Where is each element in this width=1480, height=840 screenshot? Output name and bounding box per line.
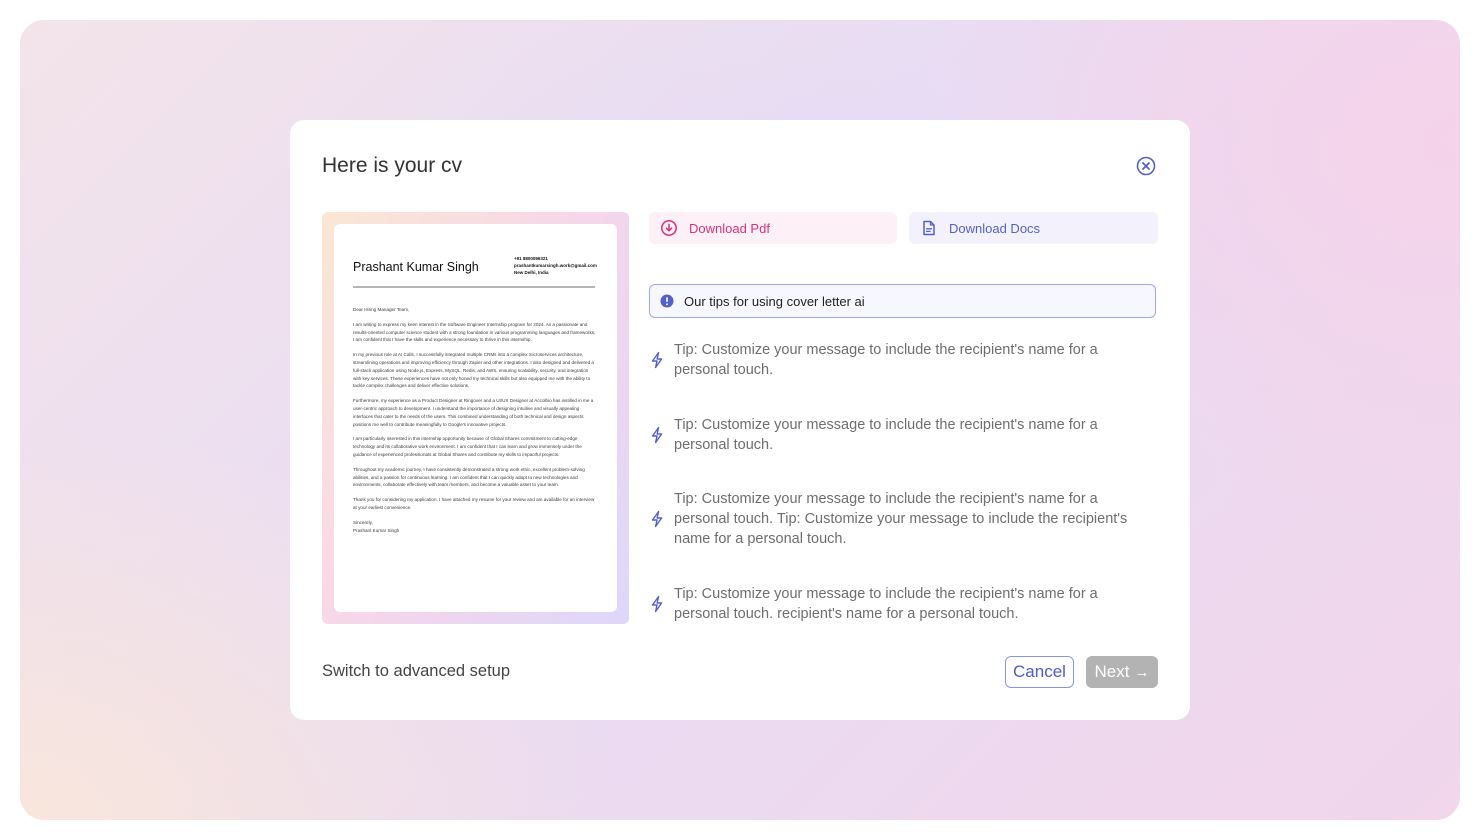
switch-advanced-setup-link[interactable]: Switch to advanced setup	[322, 662, 510, 681]
document-icon	[920, 219, 938, 237]
cv-name: Prashant Kumar Singh	[353, 260, 479, 274]
cv-email: prashantkumarsingh.work@gmail.com	[514, 263, 597, 268]
info-icon	[660, 294, 674, 308]
cv-paragraph: Dear Hiring Manager Team,	[353, 307, 410, 312]
cv-paragraph: Throughout my academic journey, I have c…	[353, 466, 585, 488]
cancel-button[interactable]: Cancel	[1005, 656, 1074, 688]
cv-paragraph: Furthermore, my experience as a Product …	[353, 398, 594, 427]
cv-paragraph: I am particularly interested in this int…	[353, 436, 582, 457]
cv-location: New Delhi, India	[514, 270, 549, 275]
close-circle-icon	[1136, 156, 1156, 176]
tip-text: Tip: Customize your message to include t…	[674, 586, 1098, 622]
next-label: Next	[1094, 662, 1130, 681]
download-pdf-label: Download Pdf	[689, 220, 770, 236]
lightning-icon	[650, 351, 664, 369]
cv-modal: Here is your cv Prashant Kumar Singh +91…	[290, 120, 1190, 720]
cv-contact: +91 8800096321 prashantkumarsingh.work@g…	[514, 255, 597, 276]
cv-preview-page: Prashant Kumar Singh +91 8800096321 pras…	[334, 224, 617, 612]
lightning-icon	[650, 510, 664, 528]
tip-text: Tip: Customize your message to include t…	[674, 342, 1098, 378]
tip-item: Tip: Customize your message to include t…	[649, 340, 1156, 380]
download-docs-label: Download Docs	[949, 220, 1041, 236]
cv-preview-frame: Prashant Kumar Singh +91 8800096321 pras…	[322, 212, 629, 624]
tip-text: Tip: Customize your message to include t…	[674, 417, 1098, 453]
cv-paragraph: I am writing to express my keen interest…	[353, 321, 596, 343]
cv-body: Dear Hiring Manager Team, I am writing t…	[353, 306, 597, 541]
cv-signoff: Sincerely, Prashant Kumar Singh	[353, 519, 400, 533]
tip-item: Tip: Customize your message to include t…	[649, 489, 1156, 549]
lightning-icon	[650, 595, 664, 613]
tip-text: Tip: Customize your message to include t…	[674, 491, 1128, 547]
download-docs-button[interactable]: Download Docs	[909, 212, 1158, 244]
modal-title: Here is your cv	[322, 154, 463, 177]
cv-paragraph: In my previous role at AI Calls, I succe…	[353, 352, 594, 389]
cv-paragraph: Thank you for considering my application…	[353, 497, 595, 510]
lightning-icon	[650, 426, 664, 444]
tips-banner-text: Our tips for using cover letter ai	[684, 293, 865, 309]
tip-item: Tip: Customize your message to include t…	[649, 415, 1156, 455]
next-button[interactable]: Next →	[1086, 656, 1158, 688]
download-circle-icon	[660, 219, 678, 237]
cv-divider	[353, 286, 595, 288]
tips-banner: Our tips for using cover letter ai	[649, 284, 1156, 318]
arrow-right-icon: →	[1134, 663, 1150, 681]
close-button[interactable]	[1136, 156, 1156, 176]
tip-item: Tip: Customize your message to include t…	[649, 584, 1156, 624]
download-pdf-button[interactable]: Download Pdf	[649, 212, 897, 244]
cv-phone: +91 8800096321	[514, 256, 548, 261]
